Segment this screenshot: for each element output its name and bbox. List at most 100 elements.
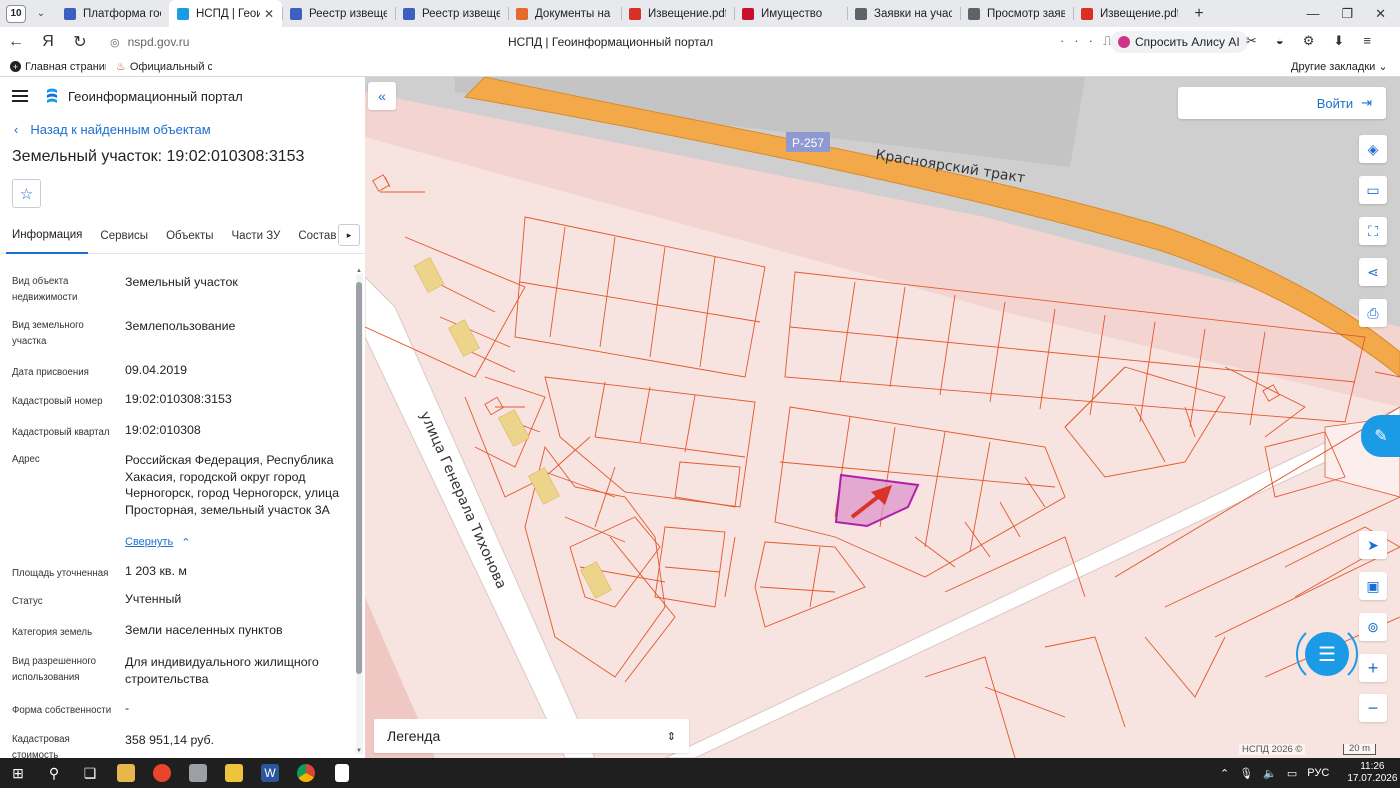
yandex-browser-icon[interactable] [144,758,180,788]
tab-list-chevron-icon[interactable]: ⌄ [32,8,50,19]
bookmark-home[interactable]: + Главная страница [10,61,106,73]
chat-widget[interactable]: ☰ [1296,623,1358,685]
property-label: Вид объекта недвижимости [12,276,78,303]
word-icon[interactable]: W [252,758,288,788]
pdf-icon [1081,7,1093,20]
address-bar: ← Я ↻ ◎ nspd.gov.ru НСПД | Геоинформацио… [0,27,1400,57]
extensions-icon[interactable]: ⚙ [1303,33,1315,49]
windows-start-icon[interactable]: ⊞ [0,758,36,788]
property-label: Площадь уточненная [12,568,109,579]
browser-tab[interactable]: Извещение.pdf [1073,0,1186,27]
file-explorer-icon[interactable] [108,758,144,788]
yandex-home-icon[interactable]: Я [32,33,64,51]
portal-header: Геоинформационный портал [0,77,365,115]
more-icon[interactable]: ··· [1060,33,1103,48]
menu-icon[interactable]: ≡ [1363,33,1371,49]
minimize-icon[interactable]: — [1306,6,1319,22]
zoom-in-button[interactable]: + [1359,654,1387,682]
search-icon[interactable]: ⚲ [36,758,72,788]
other-bookmarks[interactable]: Другие закладки ⌄ [1291,60,1388,73]
location-icon[interactable]: ⊚ [1359,613,1387,641]
basemap-icon[interactable]: ▣ [1359,572,1387,600]
close-tab-icon[interactable]: ✕ [264,7,274,21]
alice-button[interactable]: Спросить Алису AI [1110,31,1248,53]
panel-tab[interactable]: Объекты [160,218,219,254]
selected-parcel[interactable] [834,473,920,528]
layers-icon[interactable]: ◈ [1359,135,1387,163]
profile-icon[interactable]: ◒ [1276,33,1284,49]
browser-tab[interactable]: Имущество [734,0,847,27]
panel-tab[interactable]: Состав [292,218,342,254]
print-icon[interactable]: ⎙ [1359,299,1387,327]
road-badge: Р-257 [792,136,824,150]
reload-icon[interactable]: ↻ [64,32,96,52]
navigate-icon[interactable]: ➤ [1359,531,1387,559]
select-area-icon[interactable]: ⛶ [1359,217,1387,245]
login-label: Войти [1316,95,1354,111]
url-field[interactable]: ◎ nspd.gov.ru [110,35,189,49]
zoom-out-button[interactable]: − [1359,694,1387,722]
browser-tab[interactable]: НСПД | Геоинф ✕ [169,0,282,27]
portal-logo-icon [47,88,57,103]
tray-chevron-icon[interactable]: ⌃ [1220,767,1229,780]
bookmark-official[interactable]: ♨ Официальный са [116,60,212,74]
eagle-icon [403,7,415,20]
tabs-scroll-right-button[interactable]: ▸ [338,224,360,246]
chat-bubble-icon[interactable]: ☰ [1305,632,1349,676]
ruler-icon[interactable]: ▭ [1359,176,1387,204]
property-label: Кадастровый квартал [12,427,110,438]
speaker-icon[interactable]: 🔈 [1263,767,1277,780]
property-value: Учтенный [125,592,182,606]
site-info-icon[interactable]: ◎ [110,36,120,49]
back-arrow-icon[interactable]: ← [0,33,32,51]
browser-tab[interactable]: Заявки на участи [847,0,960,27]
notes-icon[interactable] [216,758,252,788]
tools-icon[interactable]: ✂ [1246,33,1257,49]
collapse-address-link[interactable]: Свернуть ⌃ [125,536,190,549]
street-road-east [664,406,1400,758]
panel-tab[interactable]: Информация [6,218,89,254]
favorite-star-button[interactable]: ☆ [12,179,41,208]
browser-tab[interactable]: Просмотр заявки [960,0,1073,27]
doc-icon [855,7,867,20]
chrome-icon[interactable] [288,758,324,788]
rts-icon [742,7,754,20]
bookmarks-bar: + Главная страница ♨Официальный са Другие… [0,57,1400,77]
hamburger-menu-icon[interactable] [12,90,28,102]
app-icon[interactable] [180,758,216,788]
browser-tab[interactable]: Платформа госуд [56,0,169,27]
login-button[interactable]: Войти ⇥ [1178,87,1386,119]
new-tab-button[interactable]: + [1186,5,1212,23]
info-panel: Геоинформационный портал ‹ Назад к найде… [0,77,365,758]
share-icon[interactable]: ⋖ [1359,258,1387,286]
microphone-icon[interactable]: 🎙 [1239,767,1253,780]
restore-icon[interactable]: ❐ [1341,6,1353,22]
sort-arrows-icon: ⇕ [666,730,676,743]
browser-tab[interactable]: Документы на ис [508,0,621,27]
panel-tab[interactable]: Части ЗУ [226,218,287,254]
map-view[interactable]: Р-257 Красноярский тракт улица Генерала … [365,77,1400,758]
language-indicator[interactable]: РУС [1307,767,1329,779]
property-value: Для индивидуального жилищного строительс… [125,655,319,686]
network-icon[interactable]: ▭ [1287,767,1297,780]
scrollbar-thumb[interactable] [356,282,362,674]
downloads-icon[interactable]: ⬇ [1333,33,1344,49]
assistant-side-button[interactable]: ✎ [1361,415,1400,457]
pdf-icon [629,7,641,20]
collapse-link-label: Свернуть [125,536,174,548]
panel-scrollbar[interactable]: ▲ ▼ [356,268,363,754]
browser-tab[interactable]: Реестр извещени [282,0,395,27]
property-label: Дата присвоения [12,367,89,378]
property-value: Земельный участок [125,275,238,289]
legend-dropdown[interactable]: Легенда ⇕ [374,719,689,753]
browser-tab[interactable]: Реестр извещени [395,0,508,27]
back-to-results-link[interactable]: ‹ Назад к найденным объектам [0,115,365,143]
clock[interactable]: 11:26 17.07.2026 [1347,761,1397,785]
document-icon[interactable] [324,758,360,788]
panel-tab[interactable]: Сервисы [94,218,154,254]
close-window-icon[interactable]: ✕ [1375,6,1386,22]
task-view-icon[interactable]: ❏ [72,758,108,788]
collapse-panel-button[interactable]: « [368,82,396,110]
browser-tab[interactable]: Извещение.pdf [621,0,734,27]
tab-count-badge[interactable]: 10 [6,4,26,23]
